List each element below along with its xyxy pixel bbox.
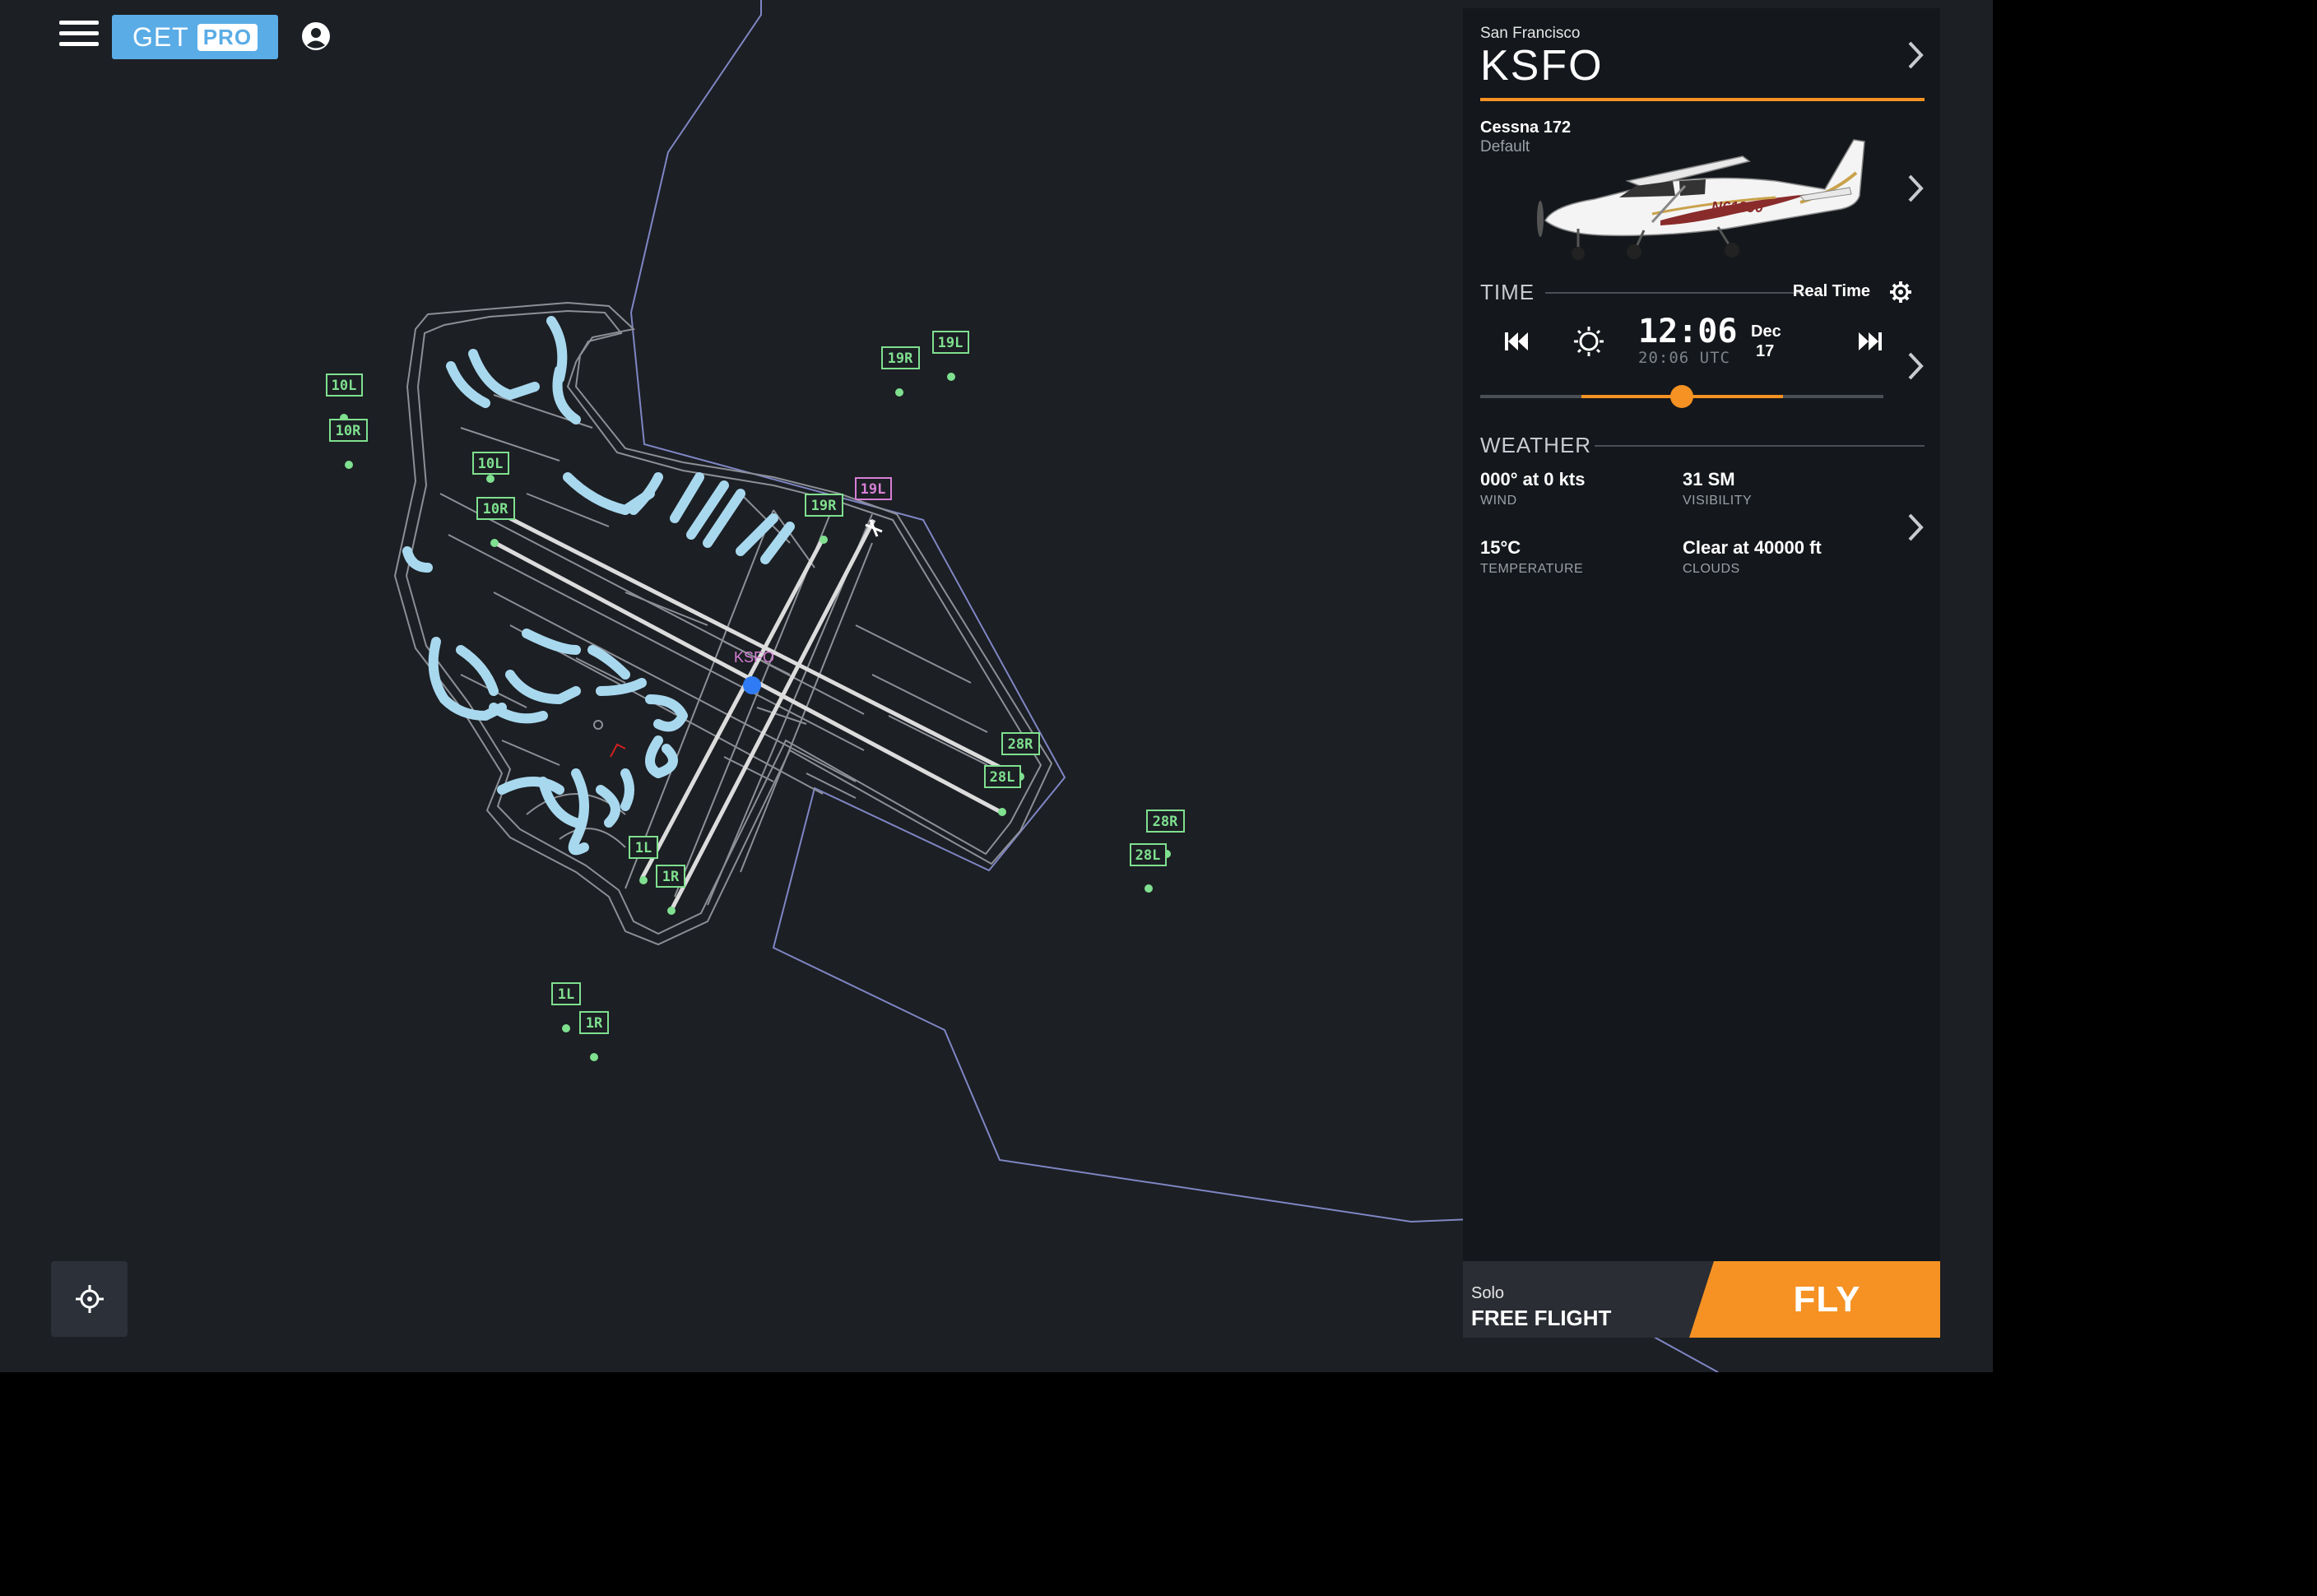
flight-mode-bar: Solo FREE FLIGHT FLY bbox=[1463, 1261, 1940, 1338]
svg-text:19R: 19R bbox=[811, 498, 837, 514]
svg-text:10R: 10R bbox=[336, 423, 361, 439]
runway-label-1l-far: 1L bbox=[551, 982, 581, 1005]
svg-text:1L: 1L bbox=[558, 986, 574, 1003]
time-slider[interactable] bbox=[1480, 385, 1883, 408]
runway-label-28l-far: 28L bbox=[1130, 843, 1167, 866]
recenter-button[interactable] bbox=[51, 1261, 128, 1337]
airport-map-label: KSFO bbox=[734, 649, 774, 666]
airspace-boundary-tail bbox=[1653, 1336, 1719, 1372]
date-day: 17 bbox=[1756, 342, 1775, 360]
svg-text:19L: 19L bbox=[861, 481, 886, 498]
chevron-right-icon[interactable] bbox=[1906, 350, 1925, 382]
fly-button[interactable]: FLY bbox=[1689, 1261, 1940, 1338]
airport-divider bbox=[1480, 98, 1925, 101]
runway-label-1l: 1L bbox=[629, 836, 658, 859]
chevron-right-icon[interactable] bbox=[1906, 512, 1925, 543]
temperature-caption: TEMPERATURE bbox=[1480, 562, 1584, 576]
svg-text:28R: 28R bbox=[1008, 736, 1033, 753]
aircraft-position-marker[interactable] bbox=[743, 676, 761, 694]
svg-text:10R: 10R bbox=[483, 501, 508, 517]
runway-label-19l-selected: 19L bbox=[855, 477, 892, 500]
runway-label-10l: 10L bbox=[472, 452, 509, 475]
date-month: Dec bbox=[1751, 322, 1781, 341]
runway-label-28r-far: 28R bbox=[1146, 810, 1185, 833]
chevron-right-icon[interactable] bbox=[1906, 39, 1925, 71]
sun-icon[interactable] bbox=[1572, 325, 1605, 358]
flight-setup-panel: San Francisco KSFO Cessna 172 Default N6… bbox=[1463, 8, 1940, 1338]
runway-label-28l: 28L bbox=[984, 765, 1021, 788]
svg-text:28R: 28R bbox=[1153, 814, 1178, 830]
svg-text:1R: 1R bbox=[662, 869, 680, 885]
time-divider bbox=[1545, 292, 1809, 294]
fly-label: FLY bbox=[1793, 1278, 1861, 1320]
small-circle bbox=[593, 720, 603, 730]
skip-back-icon[interactable] bbox=[1504, 331, 1529, 352]
app-window: KSFO 10L 10R 10L 10R 19R 19L 19R 19L 28R… bbox=[0, 0, 1993, 1372]
svg-text:19R: 19R bbox=[888, 350, 913, 367]
runway-label-19r: 19R bbox=[805, 494, 843, 517]
svg-text:10L: 10L bbox=[332, 378, 357, 394]
flight-mode: FREE FLIGHT bbox=[1471, 1306, 1612, 1330]
runway-label-19l-far: 19L bbox=[932, 331, 969, 354]
real-time-label: Real Time bbox=[1792, 282, 1870, 300]
runway-label-19r-far: 19R bbox=[881, 346, 920, 369]
aircraft-livery: Default bbox=[1480, 138, 1530, 155]
svg-text:19L: 19L bbox=[938, 335, 963, 351]
time-slider-knob[interactable] bbox=[1670, 385, 1693, 408]
terminal-buildings bbox=[402, 316, 795, 856]
time-title: TIME bbox=[1480, 280, 1535, 304]
flight-mode-sub: Solo bbox=[1471, 1284, 1505, 1302]
runway-label-1r: 1R bbox=[656, 865, 685, 888]
utc-time: 20:06 UTC bbox=[1638, 349, 1730, 367]
svg-text:1R: 1R bbox=[586, 1015, 603, 1032]
visibility-caption: VISIBILITY bbox=[1683, 494, 1753, 508]
temperature-value: 15°C bbox=[1480, 537, 1521, 558]
hamburger-icon[interactable] bbox=[59, 16, 99, 56]
get-pro-button[interactable]: GET PRO bbox=[112, 15, 278, 59]
get-pro-label: GET bbox=[132, 21, 189, 52]
chevron-right-icon[interactable] bbox=[1906, 173, 1925, 204]
crosshair-icon bbox=[75, 1285, 104, 1313]
wind-caption: WIND bbox=[1480, 494, 1517, 508]
svg-text:1L: 1L bbox=[635, 840, 652, 856]
runway-label-10r: 10R bbox=[476, 497, 515, 520]
wind-value: 000° at 0 kts bbox=[1480, 469, 1586, 489]
airport-code: KSFO bbox=[1480, 42, 1604, 90]
gear-icon[interactable] bbox=[1889, 281, 1912, 304]
aircraft-image: N61890 bbox=[1537, 139, 1865, 260]
runway-label-10r-far: 10R bbox=[329, 419, 368, 442]
runway-label-1r-far: 1R bbox=[579, 1011, 609, 1034]
weather-divider bbox=[1595, 445, 1925, 447]
airport-outline bbox=[393, 301, 1053, 946]
clouds-value: Clear at 40000 ft bbox=[1683, 537, 1822, 558]
clouds-caption: CLOUDS bbox=[1683, 562, 1740, 576]
runway-label-28r: 28R bbox=[1001, 732, 1040, 755]
red-marker bbox=[610, 743, 626, 758]
pro-badge: PRO bbox=[197, 23, 258, 51]
visibility-value: 31 SM bbox=[1683, 469, 1735, 489]
svg-text:10L: 10L bbox=[478, 456, 504, 472]
runway-label-10l-far: 10L bbox=[326, 373, 363, 397]
svg-text:28L: 28L bbox=[1135, 847, 1161, 864]
aircraft-registration: N61890 bbox=[1711, 199, 1763, 216]
weather-title: WEATHER bbox=[1480, 433, 1592, 457]
account-icon[interactable] bbox=[301, 21, 331, 51]
svg-text:28L: 28L bbox=[990, 769, 1015, 786]
local-time: 12:06 bbox=[1638, 313, 1738, 350]
airport-city: San Francisco bbox=[1480, 25, 1581, 42]
skip-forward-icon[interactable] bbox=[1858, 331, 1883, 352]
